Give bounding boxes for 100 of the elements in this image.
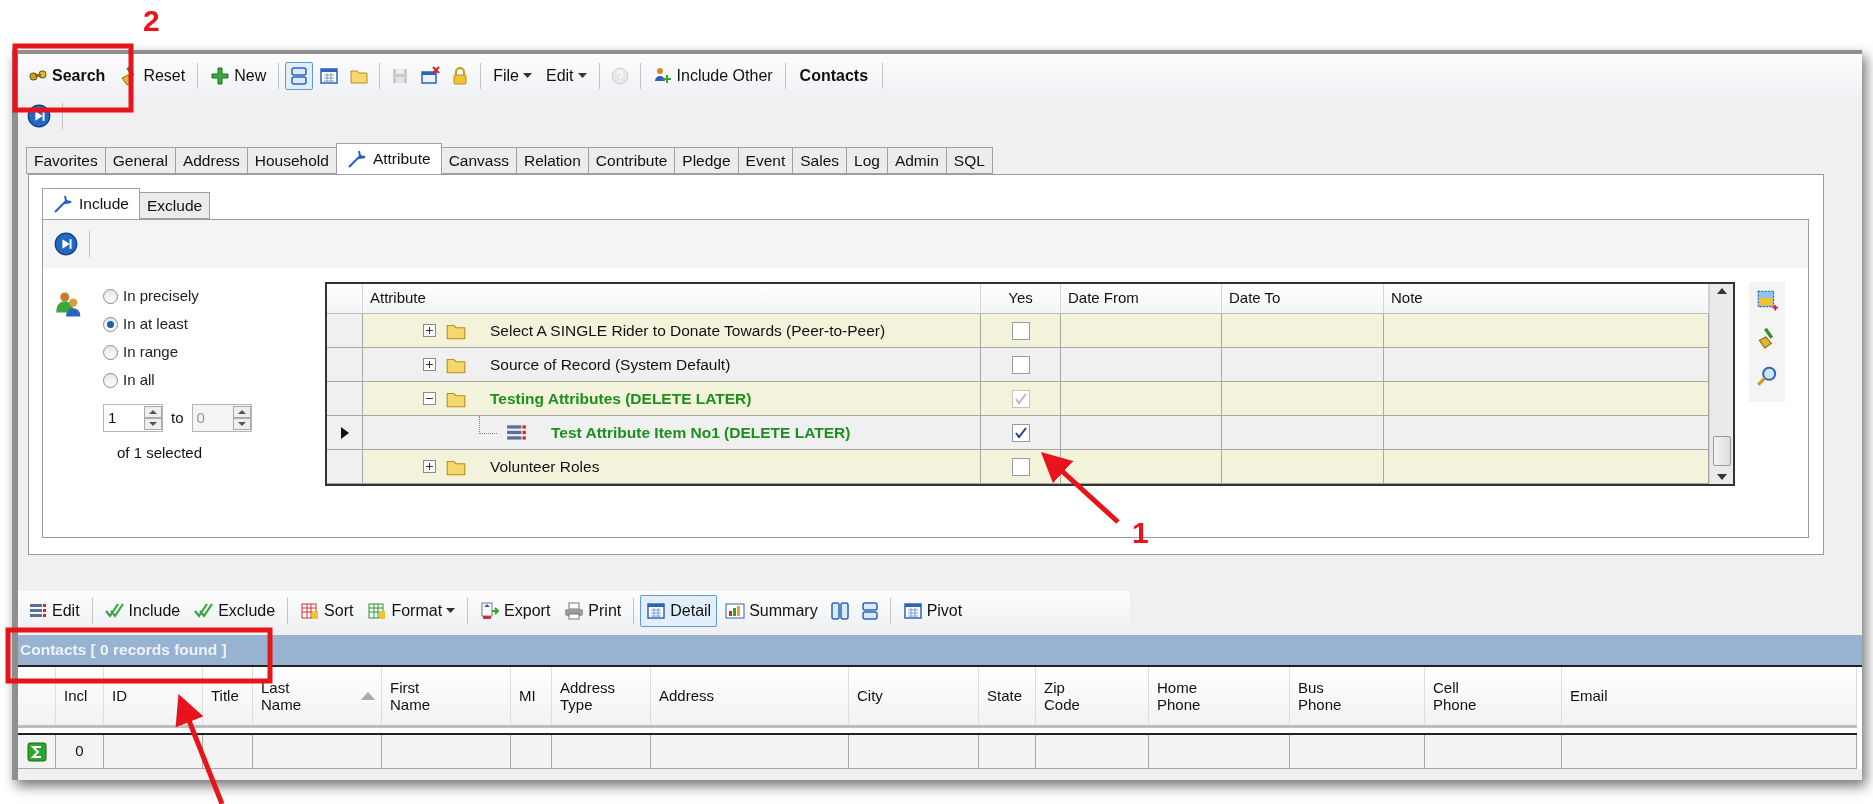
expand-icon[interactable] — [423, 358, 436, 371]
toolbar-button[interactable]: Print — [558, 595, 628, 627]
radio-label[interactable]: In range — [123, 340, 179, 364]
range-label: to — [171, 407, 184, 428]
column-header[interactable]: Cell Phone — [1425, 667, 1562, 725]
column-header[interactable]: State — [979, 667, 1036, 725]
checkbox[interactable] — [1011, 355, 1030, 374]
plus-icon — [210, 66, 231, 86]
wand-icon — [346, 149, 367, 169]
toolbar-button[interactable]: Pivot — [896, 595, 969, 627]
column-header[interactable]: Home Phone — [1149, 667, 1290, 725]
column-header[interactable]: Title — [203, 667, 253, 725]
play-button[interactable] — [53, 231, 79, 257]
column-header[interactable]: City — [849, 667, 979, 725]
play-icon — [27, 104, 51, 128]
column-header[interactable]: Last Name — [253, 667, 382, 725]
sum-icon — [26, 741, 47, 762]
scrollbar[interactable] — [1709, 284, 1733, 484]
column-header[interactable]: First Name — [382, 667, 511, 725]
column-header[interactable]: Email — [1562, 667, 1857, 725]
toolbar-button[interactable]: Detail — [640, 595, 718, 627]
radio-button[interactable] — [103, 316, 118, 332]
number-field[interactable]: 1 — [103, 404, 163, 432]
tab[interactable]: Event — [737, 147, 793, 174]
view-title: Contacts — [798, 66, 870, 86]
play-button[interactable] — [26, 103, 52, 129]
expand-icon[interactable] — [423, 324, 436, 337]
toolbar-button[interactable]: Reset — [113, 60, 192, 92]
column-header[interactable]: MI — [511, 667, 552, 725]
expand-icon[interactable] — [423, 460, 436, 473]
scroll-up-icon[interactable] — [1716, 288, 1727, 294]
toolbar-button[interactable]: New — [204, 60, 273, 92]
grid-add-icon — [1756, 289, 1778, 311]
total-cell: 0 — [56, 735, 104, 769]
tab[interactable]: Favorites — [26, 147, 105, 174]
tab[interactable]: SQL — [945, 147, 993, 174]
toolbar-button[interactable]: Summary — [719, 595, 824, 627]
radio-label[interactable]: In precisely — [123, 284, 199, 308]
play-icon — [54, 232, 78, 256]
checkbox[interactable] — [1011, 457, 1030, 476]
toolbar-button[interactable]: Edit — [22, 595, 86, 627]
table-icon — [367, 601, 388, 621]
toolbar-button[interactable]: Sort — [294, 595, 360, 627]
wand-icon — [53, 194, 73, 214]
radio-button[interactable] — [103, 344, 118, 360]
tab[interactable]: Household — [246, 147, 336, 174]
search-icon — [1756, 365, 1778, 387]
header-corner — [18, 667, 56, 725]
tab[interactable]: Sales — [792, 147, 846, 174]
total-cell — [203, 735, 253, 769]
callout-number: 2 — [143, 6, 160, 36]
tab[interactable]: Canvass — [441, 147, 516, 174]
tab[interactable]: Attribute — [335, 143, 442, 175]
tab[interactable]: Admin — [886, 147, 946, 174]
tab[interactable]: Log — [846, 147, 887, 174]
tab[interactable]: Exclude — [140, 192, 211, 219]
window-close-icon — [420, 66, 441, 86]
column-header: Date To — [1222, 284, 1384, 314]
column-header[interactable]: Address Type — [552, 667, 651, 725]
radio-button[interactable] — [103, 372, 118, 388]
search-button[interactable] — [1755, 364, 1779, 388]
calendar-icon — [319, 66, 340, 86]
scroll-down-icon[interactable] — [1716, 474, 1727, 480]
printer-icon — [564, 601, 585, 621]
tab[interactable]: Include — [42, 188, 140, 220]
people-icon — [55, 290, 83, 318]
dropdown-button[interactable]: File — [487, 60, 538, 92]
tree-item[interactable]: Volunteer Roles — [490, 454, 600, 479]
toolbar-button[interactable]: Export — [474, 595, 557, 627]
dropdown-button[interactable]: Format — [361, 595, 462, 627]
column-header[interactable]: Bus Phone — [1290, 667, 1425, 725]
row-pointer-icon — [340, 426, 349, 439]
radio-label[interactable]: In all — [123, 368, 155, 392]
tab[interactable]: General — [104, 147, 175, 174]
add-row-button[interactable] — [1755, 288, 1779, 312]
tab[interactable]: Address — [174, 147, 247, 174]
tab[interactable]: Relation — [515, 147, 588, 174]
column-header[interactable]: Address — [651, 667, 849, 725]
radio-label[interactable]: In at least — [123, 312, 189, 336]
search-button[interactable]: Search — [22, 60, 112, 92]
scroll-thumb[interactable] — [1712, 436, 1731, 466]
column-header[interactable]: Zip Code — [1036, 667, 1149, 725]
dropdown-button[interactable]: Edit — [539, 60, 593, 92]
toolbar-button[interactable]: Exclude — [188, 595, 282, 627]
export-icon — [480, 601, 501, 621]
column-header[interactable]: Incl — [56, 667, 104, 725]
table-icon — [300, 601, 321, 621]
spin-buttons[interactable] — [144, 406, 162, 430]
caret-icon — [522, 73, 532, 79]
bar-chart-icon — [725, 601, 746, 621]
radio-button[interactable] — [103, 288, 118, 304]
calendar-icon — [646, 601, 667, 621]
tab[interactable]: Contribute — [587, 147, 675, 174]
total-cell — [511, 735, 552, 769]
toolbar-button[interactable]: Include — [98, 595, 187, 627]
checkbox[interactable] — [1011, 321, 1030, 340]
tab[interactable]: Pledge — [674, 147, 738, 174]
toolbar-button[interactable] — [285, 62, 314, 90]
toolbar-button[interactable]: Include Other — [646, 60, 779, 92]
help-icon — [609, 66, 630, 86]
